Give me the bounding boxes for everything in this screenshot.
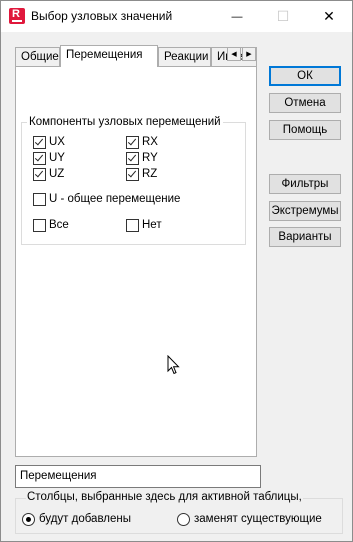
checkbox-all[interactable]: Все [33, 218, 69, 232]
radio-dot [22, 512, 35, 526]
tab-scroll-left-button[interactable]: ◀ [227, 47, 241, 61]
checkbox-rz[interactable]: RZ [126, 167, 157, 181]
checkbox-label: UX [49, 136, 65, 148]
dialog-window: R Выбор узловых значений — ☐ ✕ Общие Пер… [0, 0, 353, 542]
checkbox-box [33, 135, 46, 149]
checkbox-box [126, 135, 139, 149]
mouse-cursor-icon [167, 355, 180, 375]
checkbox-label: RY [142, 152, 158, 164]
tab-reactions[interactable]: Реакции [158, 47, 211, 66]
radio-dot [177, 512, 190, 526]
checkbox-label: UZ [49, 168, 65, 180]
ok-button[interactable]: ОК [269, 66, 341, 86]
minimize-icon: — [231, 10, 243, 23]
triangle-right-icon: ▶ [246, 51, 252, 58]
checkbox-box [126, 151, 139, 165]
columns-mode-caption: Столбцы, выбранные здесь для активной та… [26, 491, 303, 503]
checkbox-label: RX [142, 136, 158, 148]
close-button[interactable]: ✕ [306, 1, 352, 32]
filters-button[interactable]: Фильтры [269, 174, 341, 194]
radio-label: будут добавлены [39, 513, 132, 525]
checkbox-label: Нет [142, 219, 162, 231]
checkbox-box [33, 192, 46, 206]
checkbox-none[interactable]: Нет [126, 218, 162, 232]
variants-button[interactable]: Варианты [269, 227, 341, 247]
radio-label: заменят существующие [194, 513, 322, 525]
checkbox-ry[interactable]: RY [126, 151, 158, 165]
checkbox-box [33, 218, 46, 232]
close-icon: ✕ [323, 8, 335, 24]
checkbox-box [126, 218, 139, 232]
checkbox-uy[interactable]: UY [33, 151, 65, 165]
tab-displacements[interactable]: Перемещения [60, 45, 158, 67]
checkbox-box [33, 151, 46, 165]
triangle-left-icon: ◀ [231, 51, 237, 58]
extremes-button[interactable]: Экстремумы [269, 201, 341, 221]
tab-scroll-right-button[interactable]: ▶ [242, 47, 256, 61]
radio-add[interactable]: будут добавлены [22, 512, 131, 526]
checkbox-uz[interactable]: UZ [33, 167, 64, 181]
cancel-button[interactable]: Отмена [269, 93, 341, 113]
help-button[interactable]: Помощь [269, 120, 341, 140]
title-bar: R Выбор узловых значений — ☐ ✕ [1, 1, 352, 32]
checkbox-label: RZ [142, 168, 158, 180]
tab-strip: Общие Перемещения Реакции Инте [15, 45, 257, 67]
checkbox-box [33, 167, 46, 181]
window-title: Выбор узловых значений [31, 9, 173, 23]
radio-replace[interactable]: заменят существующие [177, 512, 322, 526]
minimize-button[interactable]: — [214, 1, 260, 32]
maximize-button: ☐ [260, 1, 306, 32]
checkbox-rx[interactable]: RX [126, 135, 158, 149]
checkbox-label: U - общее перемещение [49, 193, 181, 205]
checkbox-label: Все [49, 219, 69, 231]
checkbox-ux[interactable]: UX [33, 135, 65, 149]
maximize-icon: ☐ [276, 8, 290, 24]
column-set-name-field[interactable]: Перемещения [15, 465, 261, 488]
checkbox-u-total[interactable]: U - общее перемещение [33, 192, 180, 206]
group-title: Компоненты узловых перемещений [27, 116, 223, 128]
checkbox-box [126, 167, 139, 181]
checkbox-label: UY [49, 152, 65, 164]
tab-general[interactable]: Общие [15, 47, 60, 66]
app-logo-icon: R [9, 8, 25, 24]
